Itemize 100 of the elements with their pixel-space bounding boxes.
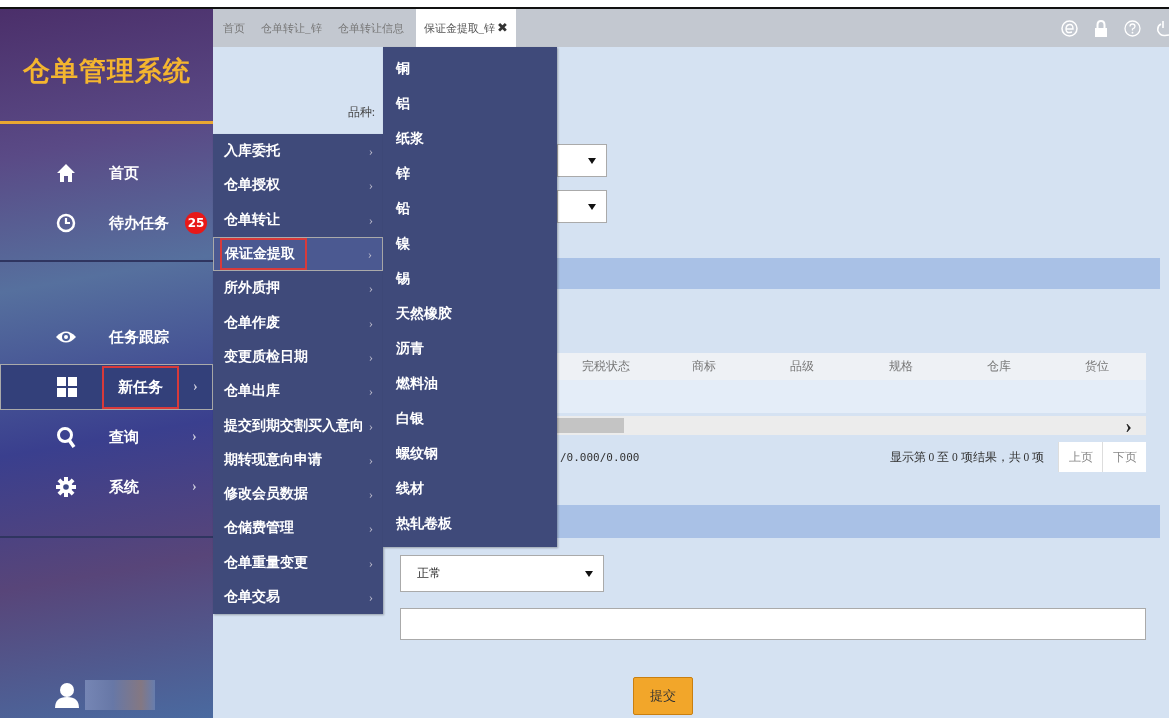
- menu-item[interactable]: 所外质押 ›: [213, 271, 383, 306]
- nav-label: 查询: [108, 427, 140, 447]
- totals-text: /0.000/0.000: [560, 450, 640, 464]
- menu-item[interactable]: 期转现意向申请 ›: [213, 442, 383, 477]
- scrollbar-thumb[interactable]: [557, 418, 624, 433]
- user-icon: [55, 682, 79, 708]
- previous-page-button[interactable]: 上页: [1058, 442, 1102, 472]
- paging-info: 显示第 0 至 0 项结果，共 0 项: [889, 449, 1044, 465]
- menu-item[interactable]: 提交到期交割买入意向 ›: [213, 408, 383, 443]
- menu-item[interactable]: 仓单重量变更 ›: [213, 545, 383, 580]
- column-header: 完税状态: [581, 358, 632, 375]
- submenu-item[interactable]: 线材: [383, 471, 557, 506]
- nav-label: 首页: [108, 163, 140, 183]
- count-badge: 25: [185, 212, 207, 234]
- column-header: 商标: [691, 358, 718, 375]
- chevron-icon: ›: [368, 143, 373, 160]
- menu-item[interactable]: 仓储费管理 ›: [213, 511, 383, 546]
- select-field[interactable]: [557, 190, 607, 223]
- submenu-item[interactable]: 燃料油: [383, 366, 557, 401]
- input-field[interactable]: [400, 608, 1146, 640]
- submenu-item[interactable]: 铅: [383, 191, 557, 226]
- chevron-icon: ›: [368, 589, 373, 605]
- menu-item[interactable]: 修改会员数据 ›: [213, 476, 383, 512]
- menu-item[interactable]: 仓单交易 ›: [213, 579, 383, 615]
- menu-item-label: 所外质押: [223, 279, 281, 298]
- menu-item-label: 期转现意向申请: [223, 450, 323, 469]
- app-logo-title: 仓单管理系统: [21, 55, 192, 88]
- chevron-icon: ›: [368, 383, 373, 400]
- nav-item[interactable]: 首页: [0, 150, 213, 196]
- home-icon: [56, 163, 76, 183]
- menu-item-label: 仓单交易: [223, 588, 281, 606]
- submenu-item[interactable]: 镍: [383, 226, 557, 261]
- nav-item[interactable]: 查询 ›: [0, 414, 213, 460]
- menu-item-label: 仓单出库: [223, 382, 281, 401]
- column-header: 货位: [1083, 358, 1110, 375]
- menu-item[interactable]: 仓单授权 ›: [213, 168, 383, 203]
- power-icon[interactable]: [1157, 19, 1169, 37]
- horizontal-scrollbar[interactable]: ›: [557, 416, 1146, 435]
- column-header: 品级: [789, 358, 816, 375]
- submit-button[interactable]: 提交: [633, 677, 693, 715]
- field-label: 品种:: [347, 104, 375, 121]
- chevron-icon: ›: [368, 314, 373, 331]
- search-icon: [56, 426, 76, 448]
- next-page-button[interactable]: 下页: [1102, 442, 1146, 472]
- nav-label: 待办任务: [108, 213, 170, 233]
- submenu-item[interactable]: 纸浆: [383, 121, 557, 156]
- menu-item[interactable]: 仓单作废 ›: [213, 305, 383, 340]
- menu-item-label: 仓单转让: [223, 210, 281, 229]
- submenu-item[interactable]: 热轧卷板: [383, 506, 557, 541]
- caret-icon: [585, 570, 593, 577]
- submenu-item[interactable]: 螺纹钢: [383, 436, 557, 471]
- submenu-item[interactable]: 铝: [383, 86, 557, 121]
- menu-item[interactable]: 入库委托 ›: [213, 134, 383, 169]
- nav-label: 任务跟踪: [108, 327, 170, 347]
- chevron-icon: ›: [368, 211, 373, 228]
- menu-item-label: 入库委托: [223, 142, 281, 161]
- lock-icon[interactable]: [1094, 19, 1108, 37]
- grid-icon: [57, 377, 77, 397]
- blurred-name-block: [85, 680, 155, 710]
- chevron-icon: ›: [368, 177, 373, 194]
- chevron-icon: ›: [192, 479, 197, 495]
- submenu-item[interactable]: 铜: [383, 51, 557, 86]
- chevron-icon: ›: [368, 280, 373, 297]
- chevron-icon: ›: [368, 520, 373, 537]
- close-icon[interactable]: ✖: [497, 20, 508, 36]
- help-icon[interactable]: [1124, 19, 1141, 37]
- settings-icon: [56, 477, 76, 497]
- menu-item[interactable]: 仓单转让 ›: [213, 202, 383, 237]
- nav-item[interactable]: 新任务 ›: [0, 364, 213, 410]
- menu-item[interactable]: 变更质检日期 ›: [213, 339, 383, 375]
- chevron-icon: ›: [367, 246, 372, 263]
- menu-item-label: 提交到期交割买入意向: [223, 416, 365, 435]
- menu-item-label: 仓单作废: [223, 313, 281, 332]
- chevron-icon: ›: [193, 379, 198, 395]
- e-circle-icon[interactable]: [1061, 19, 1078, 37]
- menu-item[interactable]: 仓单出库 ›: [213, 374, 383, 409]
- select-field[interactable]: [557, 144, 607, 177]
- chevron-icon: ›: [368, 451, 373, 468]
- submenu-item[interactable]: 白银: [383, 401, 557, 436]
- submenu-item[interactable]: 沥青: [383, 331, 557, 366]
- menu-item[interactable]: 保证金提取 ›: [213, 236, 383, 272]
- status-select[interactable]: 正常: [400, 555, 604, 592]
- menu-item-label: 保证金提取: [220, 238, 307, 271]
- menu-item-label: 仓单重量变更: [223, 553, 309, 572]
- submenu-item[interactable]: 天然橡胶: [383, 296, 557, 331]
- submenu-item[interactable]: 锡: [383, 261, 557, 296]
- menu-item-label: 修改会员数据: [223, 485, 309, 504]
- nav-item[interactable]: 待办任务 25: [0, 200, 213, 246]
- menu-item-label: 仓储费管理: [223, 519, 295, 538]
- chevron-icon: ›: [368, 348, 373, 365]
- chevron-icon: ›: [368, 486, 373, 503]
- column-header: 仓库: [985, 358, 1012, 375]
- submenu-item[interactable]: 锌: [383, 156, 557, 191]
- nav-item[interactable]: 任务跟踪: [0, 314, 213, 360]
- nav-item[interactable]: 系统 ›: [0, 464, 213, 510]
- scroll-right-icon[interactable]: ›: [1125, 415, 1132, 436]
- tab[interactable]: 保证金提取_锌✖: [415, 9, 516, 47]
- chevron-icon: ›: [368, 417, 373, 434]
- nav-label: 新任务: [102, 365, 179, 409]
- caret-icon: [588, 203, 596, 210]
